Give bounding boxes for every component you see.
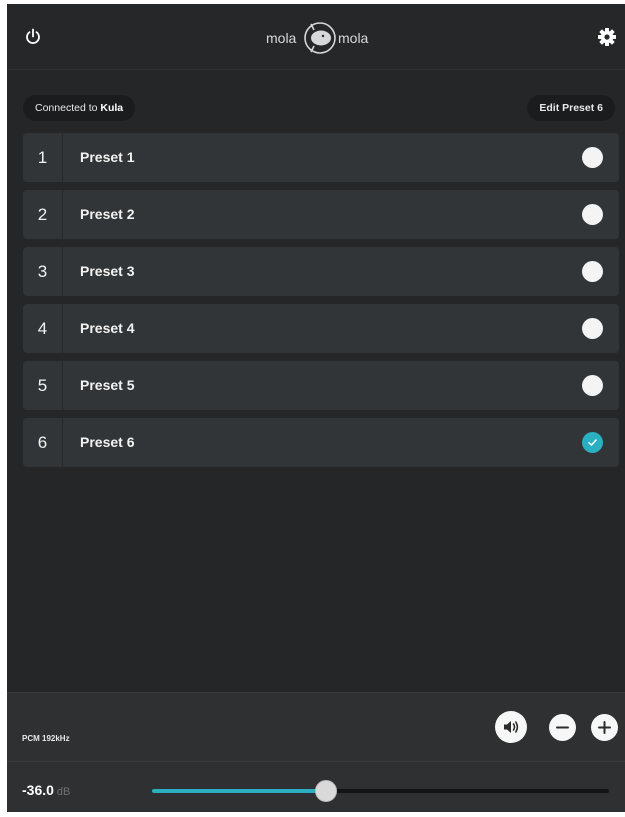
connection-status: Connected to Kula [23,95,136,121]
preset-radio[interactable] [582,375,603,396]
preset-name: Preset 6 [80,434,135,450]
edit-preset-button[interactable]: Edit Preset 6 [527,95,615,121]
volume-value: -36.0 [22,782,54,798]
audio-format-label: PCM 192kHz [22,734,70,743]
preset-radio[interactable] [582,204,603,225]
preset-number: 6 [23,418,63,467]
preset-name: Preset 3 [80,263,135,279]
app-window: mola mola Connected to Kula Edit Preset … [7,4,625,812]
preset-number: 2 [23,190,63,239]
connection-prefix: Connected to [35,102,101,114]
preset-radio-checked[interactable] [582,432,603,453]
mute-button[interactable] [495,711,527,743]
preset-row[interactable]: 5 Preset 5 [23,361,619,410]
volume-up-button[interactable] [591,714,618,741]
preset-row[interactable]: 3 Preset 3 [23,247,619,296]
preset-name: Preset 4 [80,320,135,336]
volume-unit: dB [56,786,71,798]
footer-divider [7,761,625,762]
settings-button[interactable] [597,27,617,47]
preset-number: 4 [23,304,63,353]
speaker-icon [504,721,519,733]
preset-number: 5 [23,361,63,410]
preset-name: Preset 5 [80,377,135,393]
preset-radio[interactable] [582,147,603,168]
header: mola mola [7,4,625,70]
volume-slider-thumb[interactable] [314,780,337,802]
volume-slider[interactable] [152,780,609,802]
power-button[interactable] [23,27,43,47]
power-icon [26,28,40,44]
volume-slider-fill [152,789,326,793]
volume-readout: -36.0 dB [22,782,70,798]
preset-list: 1 Preset 1 2 Preset 2 3 Preset 3 4 Prese… [23,133,619,475]
gear-icon [598,28,616,46]
volume-down-button[interactable] [549,714,576,741]
brand-logo: mola mola [260,18,380,58]
preset-name: Preset 2 [80,206,135,222]
preset-radio[interactable] [582,318,603,339]
preset-radio[interactable] [582,261,603,282]
preset-row-selected[interactable]: 6 Preset 6 [23,418,619,467]
playback-footer: PCM 192kHz -36.0 dB [7,692,625,812]
checkmark-icon [588,439,597,446]
minus-icon [556,726,569,729]
preset-number: 1 [23,133,63,182]
preset-row[interactable]: 2 Preset 2 [23,190,619,239]
brand-text-right: mola [338,30,369,46]
plus-icon [598,721,611,734]
brand-text-left: mola [266,30,297,46]
connected-device: Kula [100,102,124,114]
preset-row[interactable]: 4 Preset 4 [23,304,619,353]
preset-name: Preset 1 [80,149,135,165]
preset-number: 3 [23,247,63,296]
preset-row[interactable]: 1 Preset 1 [23,133,619,182]
